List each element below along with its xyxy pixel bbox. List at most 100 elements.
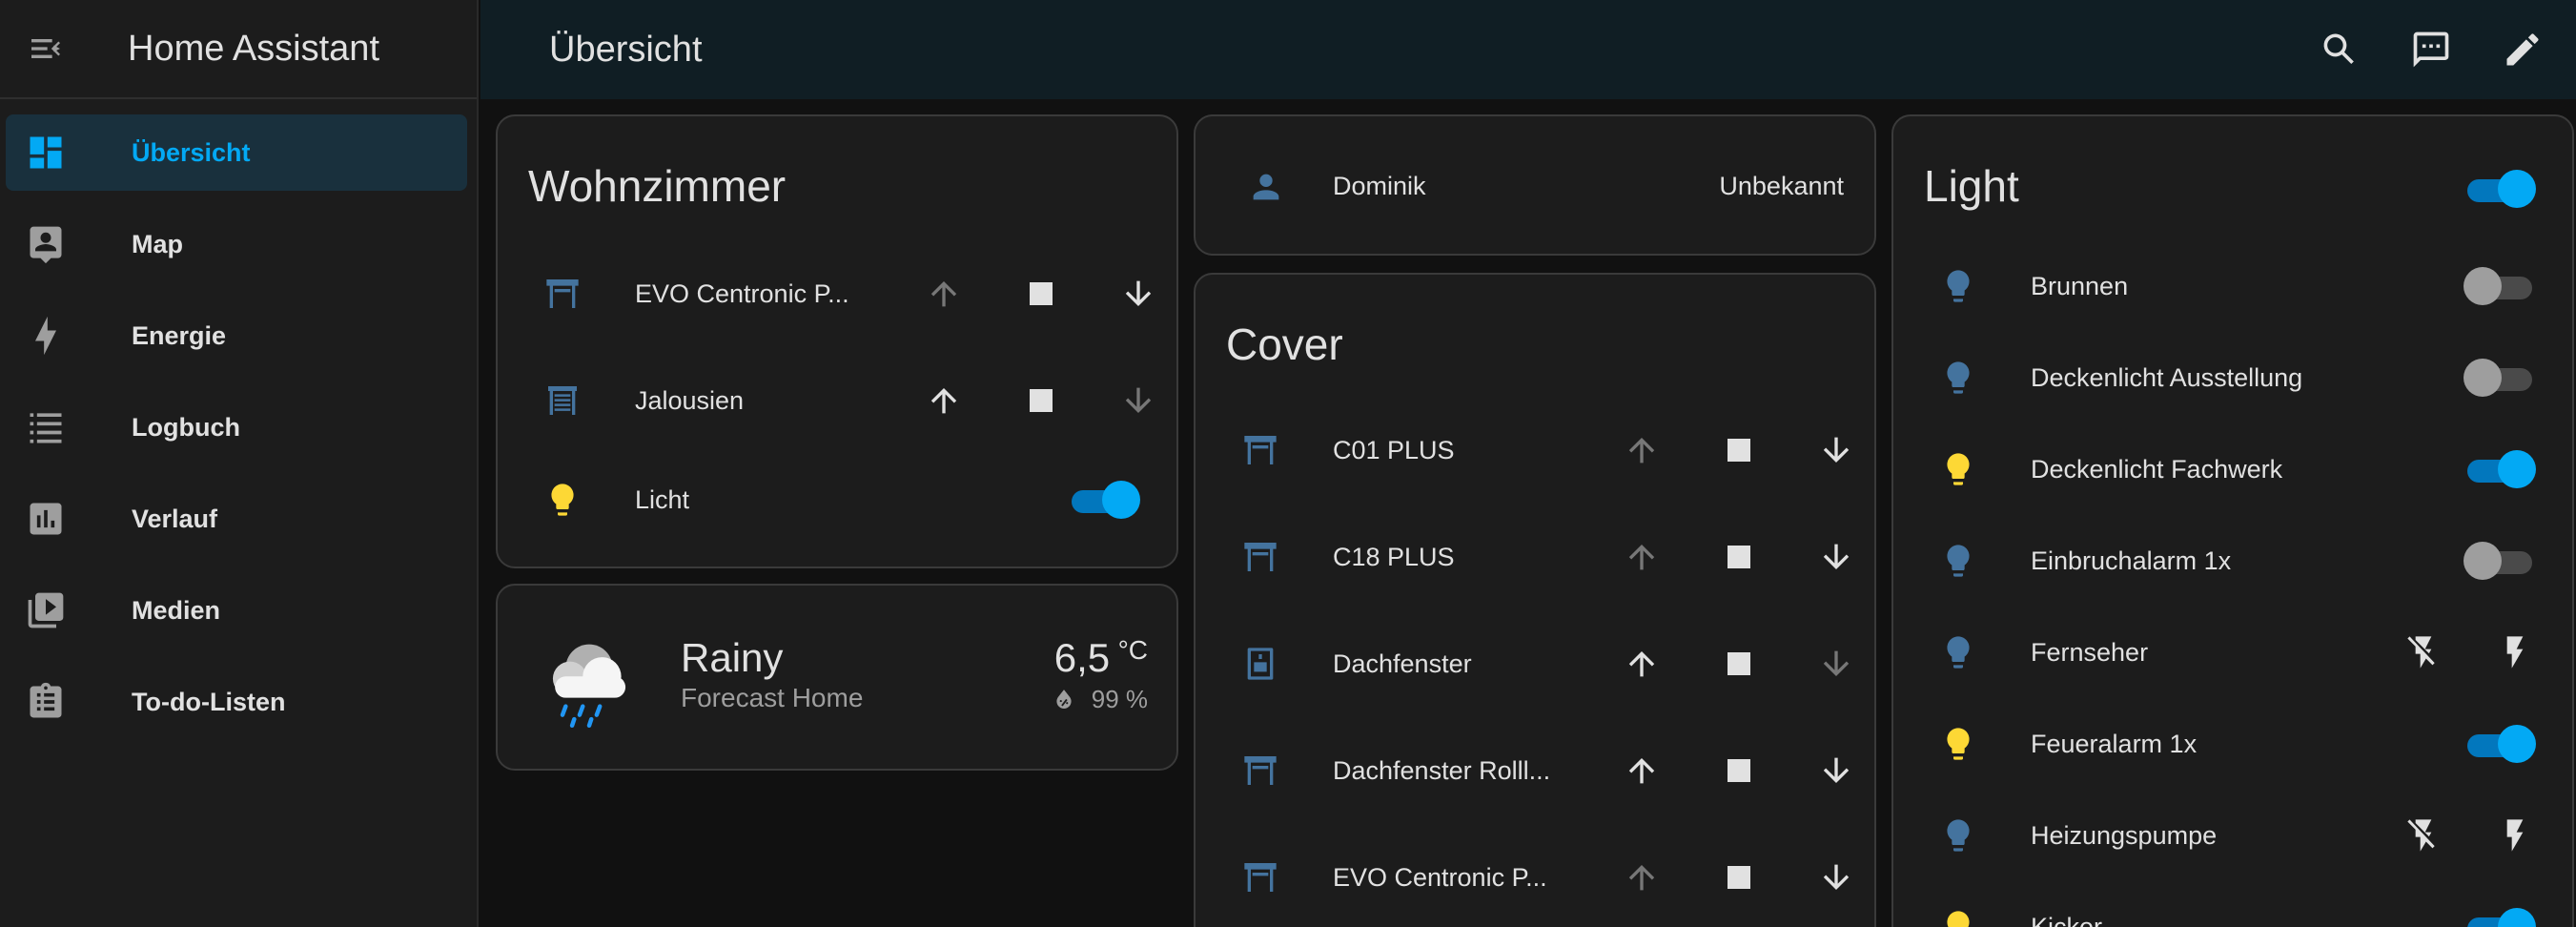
sidebar-nav: Übersicht Map Energie Logbuch Verlauf Me… bbox=[0, 99, 477, 740]
weather-entity-name: Forecast Home bbox=[681, 683, 864, 712]
cover-open-button[interactable] bbox=[1617, 532, 1666, 582]
wohnzimmer-card: Wohnzimmer EVO Centronic P... Jalousien … bbox=[496, 114, 1178, 568]
sidebar-item-medien[interactable]: Medien bbox=[6, 572, 467, 649]
cover-stop-button[interactable] bbox=[1714, 853, 1764, 902]
weather-humidity: 99 % bbox=[1052, 685, 1148, 714]
cover-open-button[interactable] bbox=[1617, 639, 1666, 689]
light-toggle[interactable] bbox=[2464, 450, 2536, 488]
entity-row[interactable]: Feueralarm 1x bbox=[1893, 706, 2572, 782]
garage-cover-icon bbox=[543, 275, 582, 313]
page-title: Übersicht bbox=[549, 29, 703, 70]
cover-open-button[interactable] bbox=[919, 376, 969, 425]
flash-off-button[interactable] bbox=[2399, 628, 2448, 677]
entity-row[interactable]: Brunnen bbox=[1893, 248, 2572, 324]
sidebar-item-energie[interactable]: Energie bbox=[6, 298, 467, 374]
entity-name: Dachfenster Rolll... bbox=[1333, 755, 1551, 785]
light-toggle[interactable] bbox=[2464, 542, 2536, 580]
edit-pencil-icon[interactable] bbox=[2477, 4, 2568, 95]
assist-chat-icon[interactable] bbox=[2385, 4, 2477, 95]
sidebar-item-todo[interactable]: To-do-Listen bbox=[6, 664, 467, 740]
cover-open-button[interactable] bbox=[919, 269, 969, 319]
account-icon bbox=[1247, 168, 1285, 211]
sidebar-item-logbuch[interactable]: Logbuch bbox=[6, 389, 467, 465]
garage-cover-icon bbox=[1241, 752, 1279, 790]
sidebar-item-label: Verlauf bbox=[132, 504, 218, 533]
entity-row[interactable]: C01 PLUS bbox=[1196, 412, 1874, 488]
cover-open-button[interactable] bbox=[1617, 853, 1666, 902]
entity-row[interactable]: Dachfenster bbox=[1196, 626, 1874, 702]
cover-stop-button[interactable] bbox=[1714, 425, 1764, 475]
cover-close-button[interactable] bbox=[1811, 532, 1861, 582]
cover-close-button[interactable] bbox=[1811, 425, 1861, 475]
sidebar-item-label: Medien bbox=[132, 595, 221, 625]
cover-close-button[interactable] bbox=[1811, 853, 1861, 902]
cover-close-button[interactable] bbox=[1811, 746, 1861, 795]
map-account-icon bbox=[6, 223, 86, 265]
light-toggle[interactable] bbox=[2464, 267, 2536, 305]
weather-condition: Rainy bbox=[681, 635, 784, 680]
top-app-bar: Übersicht bbox=[480, 0, 2576, 99]
sidebar-header: Home Assistant bbox=[0, 0, 477, 99]
entity-name: EVO Centronic P... bbox=[1333, 862, 1547, 892]
temperature-value: 6,5 bbox=[1053, 635, 1111, 680]
light-toggle[interactable] bbox=[2464, 359, 2536, 397]
entity-name: Feueralarm 1x bbox=[2031, 729, 2198, 758]
lightbulb-icon bbox=[543, 481, 582, 519]
flash-on-button[interactable] bbox=[2490, 811, 2540, 860]
entity-row[interactable]: Kicker bbox=[1893, 889, 2572, 927]
cover-stop-button[interactable] bbox=[1016, 376, 1066, 425]
entity-row[interactable]: Licht bbox=[498, 462, 1176, 538]
blinds-icon bbox=[543, 381, 582, 420]
app-title: Home Assistant bbox=[128, 28, 379, 69]
flash-off-button[interactable] bbox=[2399, 811, 2448, 860]
cover-close-button[interactable] bbox=[1114, 376, 1163, 425]
weather-card[interactable]: Rainy Forecast Home 6,5 °C 99 % bbox=[496, 584, 1178, 771]
light-toggle[interactable] bbox=[2464, 908, 2536, 927]
cover-stop-button[interactable] bbox=[1016, 269, 1066, 319]
entity-name: Einbruchalarm 1x bbox=[2031, 546, 2232, 575]
top-actions bbox=[2294, 0, 2576, 99]
entity-name: Brunnen bbox=[2031, 271, 2129, 300]
entity-name: EVO Centronic P... bbox=[635, 278, 849, 308]
light-toggle[interactable] bbox=[1068, 481, 1140, 519]
lightning-icon bbox=[6, 315, 86, 357]
sidebar-item-verlauf[interactable]: Verlauf bbox=[6, 481, 467, 557]
search-icon[interactable] bbox=[2294, 4, 2385, 95]
entity-row[interactable]: EVO Centronic P... bbox=[498, 256, 1176, 332]
flash-on-button[interactable] bbox=[2490, 628, 2540, 677]
card-title: Cover bbox=[1226, 319, 1343, 369]
lightbulb-icon bbox=[1939, 359, 1977, 397]
light-group-toggle[interactable] bbox=[2464, 170, 2536, 208]
card-title: Wohnzimmer bbox=[528, 161, 787, 211]
entity-name: Jalousien bbox=[635, 385, 745, 415]
entity-row[interactable]: Fernseher bbox=[1893, 614, 2572, 690]
light-card: Light Brunnen Deckenlicht Ausstellung De… bbox=[1891, 114, 2574, 927]
card-title: Light bbox=[1924, 161, 2019, 211]
cover-stop-button[interactable] bbox=[1714, 639, 1764, 689]
cover-stop-button[interactable] bbox=[1714, 746, 1764, 795]
cover-card: Cover C01 PLUS C18 PLUS Dachfenster Dach… bbox=[1194, 273, 1876, 927]
weather-temperature: 6,5 °C bbox=[1054, 635, 1148, 681]
cover-open-button[interactable] bbox=[1617, 425, 1666, 475]
cover-stop-button[interactable] bbox=[1714, 532, 1764, 582]
lightbulb-icon bbox=[1939, 450, 1977, 488]
menu-collapse-icon[interactable] bbox=[0, 0, 92, 98]
entity-row[interactable]: C18 PLUS bbox=[1196, 519, 1874, 595]
person-card[interactable]: Dominik Unbekannt bbox=[1194, 114, 1876, 256]
entity-row[interactable]: Jalousien bbox=[498, 362, 1176, 439]
sidebar-item-map[interactable]: Map bbox=[6, 206, 467, 282]
lightbulb-icon bbox=[1939, 633, 1977, 671]
entity-row[interactable]: Heizungspumpe bbox=[1893, 797, 2572, 874]
lightbulb-icon bbox=[1939, 267, 1977, 305]
entity-row[interactable]: Deckenlicht Ausstellung bbox=[1893, 340, 2572, 416]
sidebar-item-uebersicht[interactable]: Übersicht bbox=[6, 114, 467, 191]
sidebar: Home Assistant Übersicht Map Energie Log… bbox=[0, 0, 479, 927]
entity-row[interactable]: Dachfenster Rolll... bbox=[1196, 732, 1874, 809]
light-toggle[interactable] bbox=[2464, 725, 2536, 763]
entity-row[interactable]: Einbruchalarm 1x bbox=[1893, 523, 2572, 599]
cover-open-button[interactable] bbox=[1617, 746, 1666, 795]
entity-row[interactable]: EVO Centronic P... bbox=[1196, 839, 1874, 916]
entity-row[interactable]: Deckenlicht Fachwerk bbox=[1893, 431, 2572, 507]
cover-close-button[interactable] bbox=[1811, 639, 1861, 689]
cover-close-button[interactable] bbox=[1114, 269, 1163, 319]
